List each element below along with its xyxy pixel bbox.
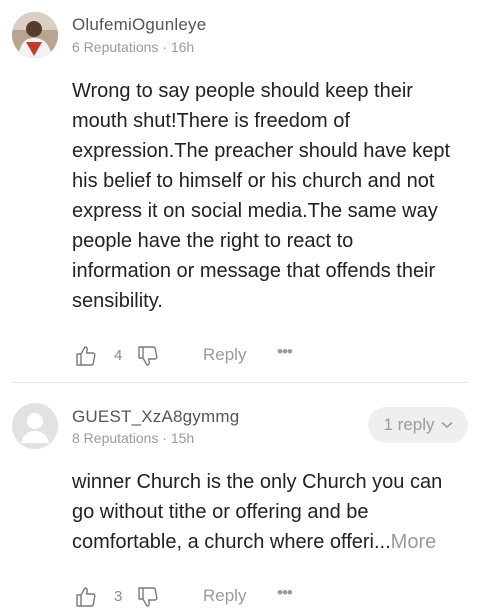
username[interactable]: GUEST_XzA8gymmg (72, 407, 239, 427)
comment-line: express it on social media.The same way (72, 200, 438, 222)
meta-separator: · (162, 430, 167, 446)
thumbs-up-icon[interactable] (74, 585, 98, 609)
reputation-count: 6 Reputations (72, 39, 159, 55)
more-link[interactable]: More (391, 531, 437, 553)
more-options-icon[interactable]: ••• (277, 342, 293, 362)
comment-body: Wrong to say people should keep their mo… (72, 76, 472, 316)
comment-line: comfortable, a church where offeri... (72, 531, 391, 553)
chevron-down-icon (440, 421, 453, 429)
user-photo-icon (12, 12, 58, 58)
default-user-icon (12, 403, 58, 449)
comment-line: winner Church is the only Church you can (72, 471, 443, 493)
like-count: 3 (114, 588, 123, 605)
comment-line: sensibility. (72, 290, 163, 312)
comment-line: people have the right to react to (72, 230, 354, 252)
thumbs-up-icon[interactable] (74, 344, 98, 368)
comment-line: information or message that offends thei… (72, 260, 436, 282)
comment-meta: 6 Reputations · 16h (72, 39, 194, 55)
reputation-count: 8 Reputations (72, 430, 159, 446)
replies-count: 1 reply (383, 415, 435, 434)
thumbs-down-icon[interactable] (136, 585, 160, 609)
reply-button[interactable]: Reply (203, 345, 246, 365)
comment-line-last: comfortable, a church where offeri...Mor… (72, 527, 472, 557)
view-replies-button[interactable]: 1 reply (368, 407, 468, 443)
meta-separator: · (162, 39, 167, 55)
username[interactable]: OlufemiOgunleye (72, 15, 206, 35)
comment-body: winner Church is the only Church you can… (72, 467, 472, 557)
comment-time: 15h (170, 430, 195, 446)
comment-actions: 3 Reply ••• (72, 583, 462, 611)
thumbs-down-icon[interactable] (136, 344, 160, 368)
comment-line: go without tithe or offering and be (72, 501, 369, 523)
comment-time: 16h (170, 39, 195, 55)
comment-actions: 4 Reply ••• (72, 342, 462, 370)
comment-line: his belief to himself or his church and … (72, 170, 435, 192)
reply-button[interactable]: Reply (203, 586, 246, 606)
comment-line: mouth shut!There is freedom of (72, 110, 350, 132)
like-count: 4 (114, 347, 123, 364)
comment-line: Wrong to say people should keep their (72, 80, 413, 102)
more-options-icon[interactable]: ••• (277, 583, 293, 603)
comment-line: expression.The preacher should have kept (72, 140, 451, 162)
avatar[interactable] (12, 12, 58, 58)
comment-item: OlufemiOgunleye 6 Reputations · 16h Wron… (0, 0, 480, 382)
comment-meta: 8 Reputations · 15h (72, 430, 194, 446)
avatar[interactable] (12, 403, 58, 449)
